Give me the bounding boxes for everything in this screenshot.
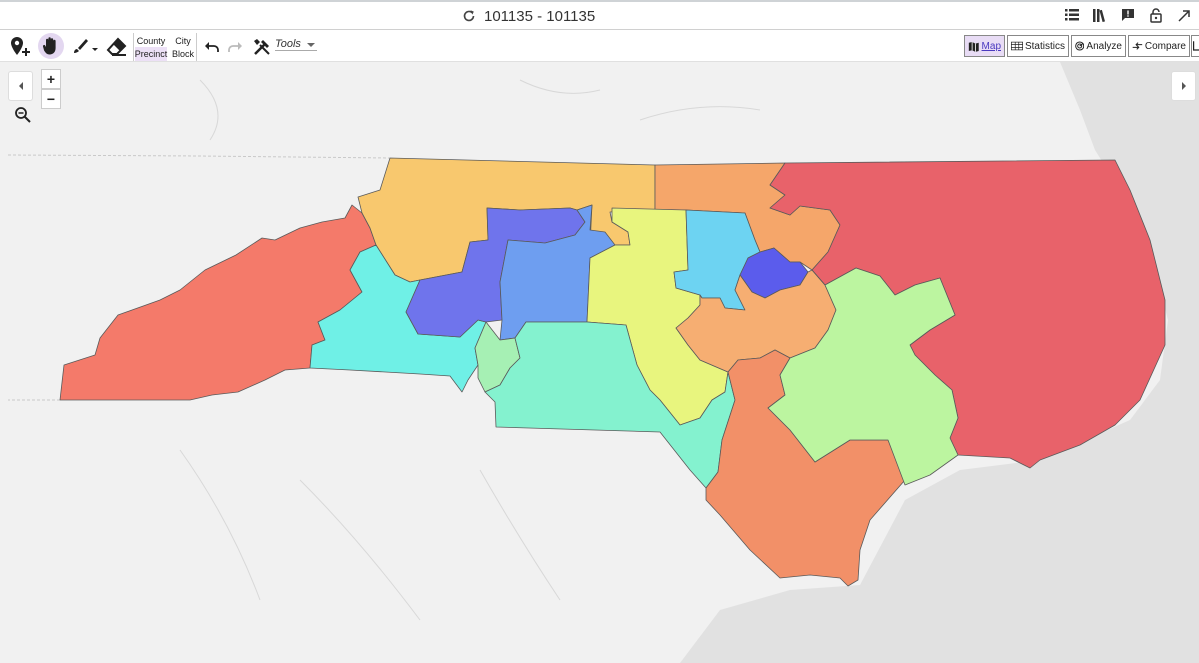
compare-icon	[1132, 42, 1143, 50]
map-view[interactable]: + −	[0, 62, 1199, 663]
chart-button[interactable]	[1191, 35, 1199, 57]
zoom-in-button[interactable]: +	[41, 69, 61, 89]
compare-button[interactable]: Compare	[1128, 35, 1190, 57]
redo-button[interactable]	[226, 34, 244, 59]
undo-icon	[205, 41, 219, 52]
title-icon-group	[1063, 6, 1193, 24]
refresh-icon[interactable]	[460, 7, 478, 25]
chevron-left-icon	[18, 82, 23, 90]
map-view-label: Map	[981, 40, 1001, 52]
add-marker-button[interactable]	[8, 34, 34, 59]
collapse-left-tab[interactable]	[8, 71, 33, 101]
analyze-label: Analyze	[1086, 40, 1122, 52]
add-marker-icon	[11, 36, 30, 56]
chevron-down-icon	[306, 43, 315, 47]
chart-icon	[1193, 41, 1199, 51]
compare-label: Compare	[1144, 40, 1186, 52]
hand-icon	[42, 37, 56, 55]
map-view-button[interactable]: Map	[964, 35, 1005, 57]
toolbar: County City Precinct Block Tools Map Sta…	[0, 31, 1199, 62]
unit-selector: County City Precinct Block	[133, 33, 197, 61]
plan-title: 101135 - 101135	[484, 7, 596, 25]
district-west[interactable]	[59, 204, 377, 401]
undo-button[interactable]	[203, 34, 221, 59]
statistics-label: Statistics	[1024, 40, 1065, 52]
eraser-icon	[106, 37, 127, 56]
tools-label: Tools	[275, 38, 301, 50]
analyze-button[interactable]: Analyze	[1071, 35, 1126, 57]
analyze-icon	[1075, 41, 1085, 51]
unit-block-option[interactable]: Block	[167, 47, 199, 61]
statistics-button[interactable]: Statistics	[1007, 35, 1069, 57]
zoom-to-fit-button[interactable]	[14, 106, 34, 126]
eraser-button[interactable]	[105, 34, 129, 59]
map-canvas[interactable]	[0, 62, 1199, 663]
map-icon	[968, 41, 979, 52]
feedback-icon[interactable]	[1119, 6, 1137, 24]
zoom-out-button[interactable]: −	[41, 89, 61, 109]
collapse-right-tab[interactable]	[1171, 71, 1196, 101]
title-group: 101135 - 101135	[460, 6, 595, 26]
tools-dropdown[interactable]: Tools	[275, 38, 317, 51]
share-icon[interactable]	[1175, 6, 1193, 24]
table-icon	[1011, 41, 1023, 51]
brush-icon	[74, 38, 98, 53]
brush-button[interactable]	[70, 34, 100, 59]
magnifier-icon	[15, 107, 31, 123]
state-border-va	[7, 154, 391, 159]
title-bar: 101135 - 101135	[0, 2, 1199, 30]
redo-icon	[228, 41, 242, 52]
lock-icon[interactable]	[1147, 6, 1165, 24]
unit-city-option[interactable]: City	[167, 34, 199, 48]
tools-icon	[254, 38, 270, 55]
list-icon[interactable]	[1063, 6, 1081, 24]
unit-precinct-option[interactable]: Precinct	[135, 47, 167, 61]
library-icon[interactable]	[1091, 6, 1109, 24]
tools-button[interactable]	[252, 34, 272, 59]
pan-hand-button[interactable]	[38, 33, 64, 59]
chevron-right-icon	[1181, 82, 1186, 90]
unit-county-option[interactable]: County	[135, 34, 167, 48]
